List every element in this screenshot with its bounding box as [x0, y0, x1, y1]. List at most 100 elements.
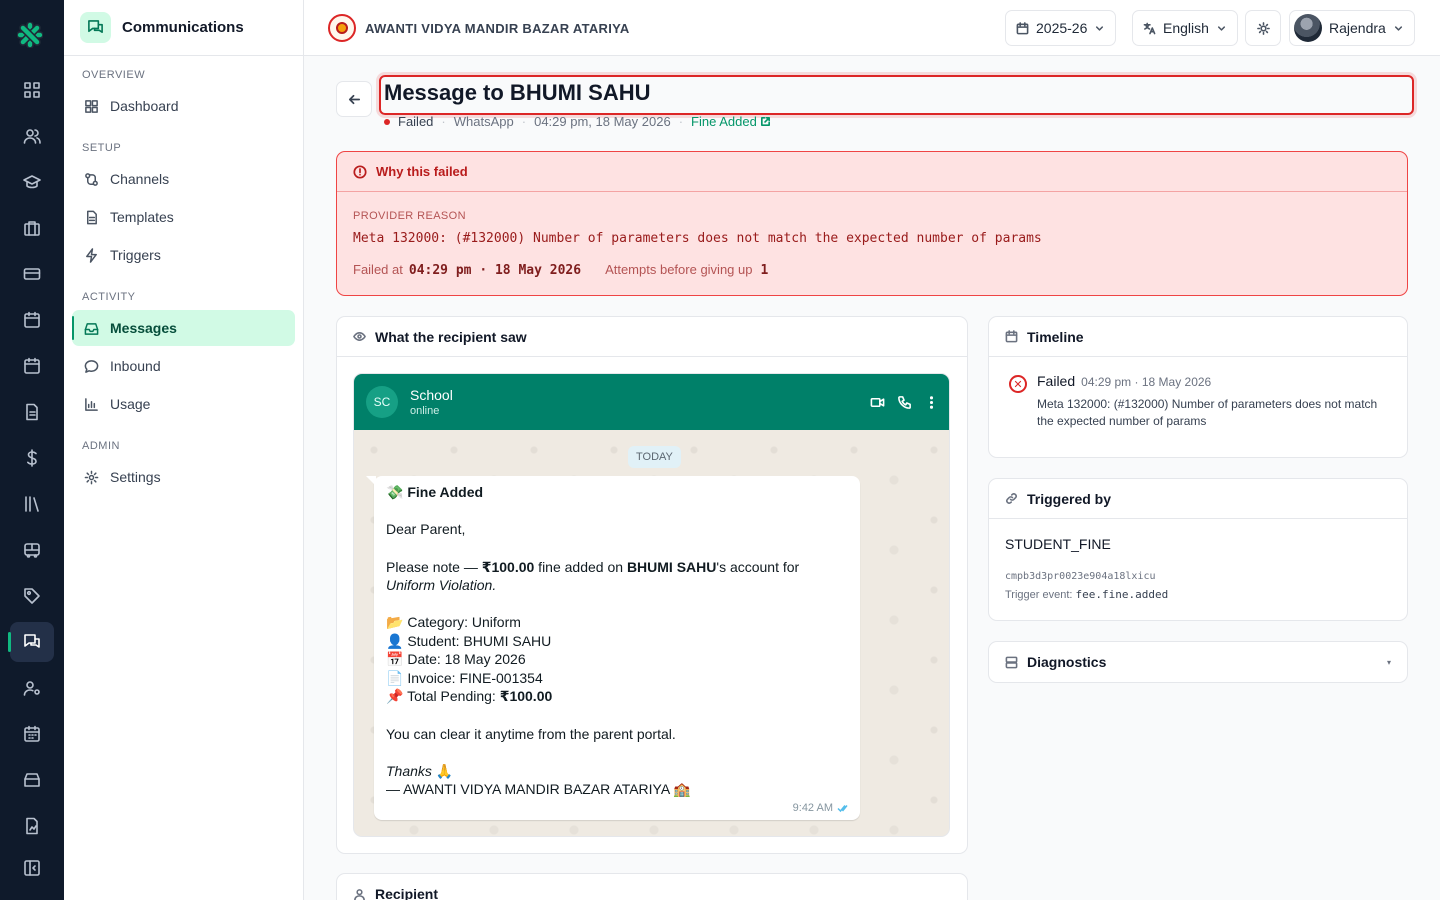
amount: ₹100.00 [481, 559, 535, 575]
double-check-icon [837, 805, 848, 813]
back-button[interactable] [336, 81, 372, 117]
failure-card: Why this failed PROVIDER REASON Meta 132… [336, 151, 1408, 296]
folder-emoji: 📂 [386, 614, 404, 630]
bubble-line: Uniform Violation. [386, 577, 497, 593]
diagnostics-card-header[interactable]: Diagnostics ▾ [989, 642, 1407, 682]
academic-year-value: 2025-26 [1036, 20, 1088, 36]
chevron-down-icon [1394, 25, 1402, 31]
sidebar-item-dashboard[interactable]: Dashboard [72, 88, 295, 124]
rail-dashboard-icon[interactable] [10, 70, 54, 110]
school-identity: AWANTI VIDYA MANDIR BAZAR ATARIYA [328, 14, 630, 42]
language-select[interactable]: English [1132, 10, 1238, 46]
section-activity: ACTIVITY [82, 291, 136, 303]
rail-bus-icon[interactable] [10, 530, 54, 570]
preview-heading: What the recipient saw [375, 328, 527, 345]
external-link-icon [760, 117, 770, 126]
channel-name: WhatsApp [453, 114, 514, 129]
inbox-icon [84, 322, 99, 335]
school-emoji: 🏫 [673, 781, 691, 797]
trigger-event-label: Trigger event: [1005, 589, 1073, 601]
more-vertical-icon[interactable] [924, 395, 939, 410]
timeline-card: Timeline ✕ Failed 04:29 pm · 18 May 2026 … [988, 316, 1408, 458]
trigger-id[interactable]: cmpb3d3pr0023e904a18lxicu [1005, 571, 1156, 582]
user-menu-button[interactable]: Rajendra [1289, 10, 1415, 46]
text: Total Pending: [407, 688, 500, 704]
contact-info: School online [410, 387, 453, 417]
recipient-card-header: Recipient [337, 874, 967, 900]
bubble-line: You can clear it anytime from the parent… [386, 726, 676, 742]
academic-year-select[interactable]: 2025-26 [1005, 10, 1117, 46]
phone-icon[interactable] [897, 395, 912, 410]
bar-chart-icon [85, 397, 98, 411]
text: — AWANTI VIDYA MANDIR BAZAR ATARIYA [386, 781, 670, 797]
sidebar-item-channels[interactable]: Channels [72, 161, 295, 197]
event-detail: Meta 132000: (#132000) Number of paramet… [1037, 397, 1378, 428]
gear-icon [84, 470, 99, 484]
sun-icon [1256, 21, 1270, 35]
rail-dollar-icon[interactable] [10, 438, 54, 478]
sidebar-item-label: Channels [110, 171, 170, 187]
rail-graduation-cap-icon[interactable] [10, 162, 54, 202]
timeline-heading: Timeline [1027, 328, 1084, 345]
rail-library-icon[interactable] [10, 484, 54, 524]
bubble-line: 📄 Invoice: FINE-001354 [386, 670, 543, 687]
student-name: BHUMI SAHU [626, 559, 717, 575]
rail-tag-icon[interactable] [10, 576, 54, 616]
video-call-icon[interactable] [870, 395, 885, 410]
school-name: AWANTI VIDYA MANDIR BAZAR ATARIYA [365, 20, 630, 36]
sidebar-item-triggers[interactable]: Triggers [72, 237, 295, 273]
folded-hands-emoji: 🙏 [435, 763, 454, 779]
rail-communications-icon[interactable] [8, 622, 54, 662]
pushpin-emoji: 📌 [386, 688, 404, 704]
whatsapp-chat-header: SC School online [354, 374, 949, 430]
text: Please note — [386, 559, 482, 575]
sidebar-item-label: Dashboard [110, 98, 179, 114]
status-dot [384, 118, 390, 125]
sidebar-item-usage[interactable]: Usage [72, 386, 295, 422]
channels-icon [85, 172, 98, 186]
trigger-event-row: Trigger event: fee.fine.added [1005, 588, 1168, 601]
sidebar-item-label: Settings [110, 469, 161, 485]
sidebar-item-inbound[interactable]: Inbound [72, 348, 295, 384]
template-link[interactable]: Fine Added [691, 114, 771, 129]
grid-icon [85, 99, 98, 113]
rail-file-chart-icon[interactable] [10, 806, 54, 846]
diagnostics-card[interactable]: Diagnostics ▾ [988, 641, 1408, 683]
user-icon [354, 888, 365, 900]
rail-users-icon[interactable] [10, 116, 54, 156]
contact-name: School [410, 387, 453, 403]
rail-briefcase-icon[interactable] [10, 208, 54, 248]
link-icon [1006, 493, 1017, 504]
rail-calendar-grid-icon[interactable] [10, 714, 54, 754]
rail-collapse-icon[interactable] [10, 848, 54, 888]
school-crest-logo [328, 14, 356, 42]
provider-reason-text: Meta 132000: (#132000) Number of paramet… [353, 231, 1042, 246]
text: 's account for [716, 559, 800, 575]
separator: · [678, 114, 684, 129]
attempts-value: 1 [760, 263, 769, 278]
app-logo-icon[interactable] [17, 22, 43, 48]
calendar-icon [1005, 330, 1018, 343]
sidebar-item-settings[interactable]: Settings [72, 459, 295, 495]
message-meta: Failed · WhatsApp · 04:29 pm, 18 May 202… [384, 114, 771, 129]
avatar [1294, 14, 1322, 42]
rail-calendar-icon[interactable] [10, 300, 54, 340]
text: fine added on [534, 559, 627, 575]
message-timestamp: 04:29 pm, 18 May 2026 [534, 114, 671, 129]
bubble-line: Dear Parent, [386, 521, 466, 537]
timeline-event-text: Failed 04:29 pm · 18 May 2026 Meta 132000… [1037, 373, 1397, 430]
document-icon [87, 210, 97, 224]
amount: ₹100.00 [499, 688, 553, 704]
rail-calendar-check-icon[interactable] [10, 346, 54, 386]
chat-background: TODAY 💸 Fine Added Dear Parent, Please n… [354, 430, 949, 836]
module-sidebar: Communications OVERVIEW Dashboard SETUP … [64, 0, 304, 900]
rail-inventory-icon[interactable] [10, 760, 54, 800]
rail-document-icon[interactable] [10, 392, 54, 432]
sidebar-item-templates[interactable]: Templates [72, 199, 295, 235]
theme-toggle-button[interactable] [1245, 10, 1281, 46]
preview-card-header: What the recipient saw [337, 317, 967, 357]
sidebar-item-messages[interactable]: Messages [72, 310, 295, 346]
sidebar-item-label: Inbound [110, 358, 161, 374]
rail-card-icon[interactable] [10, 254, 54, 294]
rail-user-settings-icon[interactable] [10, 668, 54, 708]
